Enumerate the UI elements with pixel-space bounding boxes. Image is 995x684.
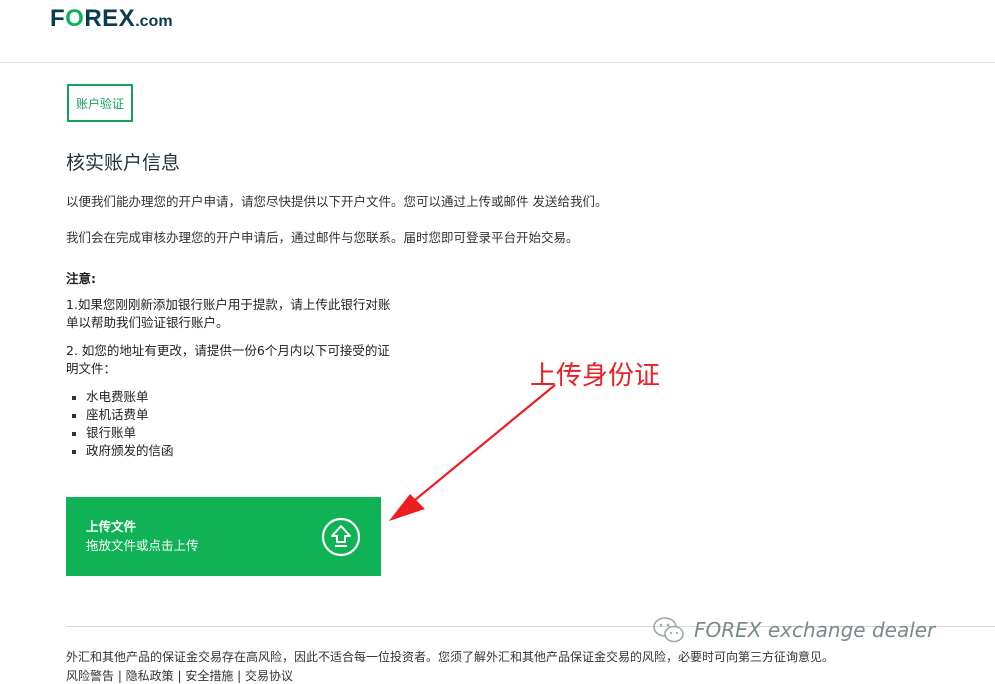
logo-text-f: F — [50, 5, 66, 32]
accepted-documents-list: 水电费账单 座机话费单 银行账单 政府颁发的信函 — [66, 388, 174, 460]
wechat-icon — [653, 617, 684, 643]
footer-links[interactable]: 风险警告 | 隐私政策 | 安全措施 | 交易协议 — [66, 667, 293, 684]
logo-text-com: .com — [135, 13, 173, 30]
followup-paragraph: 我们会在完成审核办理您的开户申请后，通过邮件与您联系。届时您即可登录平台开始交易… — [66, 230, 579, 245]
note-address-change: 2. 如您的地址有更改，请提供一份6个月内以下可接受的证明文件： — [66, 343, 390, 376]
note-label: 注意: — [66, 271, 96, 286]
upload-dropzone[interactable]: 上传文件 拖放文件或点击上传 — [66, 497, 381, 576]
annotation-upload-id: 上传身份证 — [530, 361, 661, 391]
watermark-text: FOREX exchange dealer — [694, 618, 936, 642]
intro-paragraph: 以便我们能办理您的开户申请，请您尽快提供以下开户文件。您可以通过上传或邮件 发送… — [66, 194, 608, 209]
watermark: FOREX exchange dealer — [652, 615, 935, 645]
risk-disclaimer: 外汇和其他产品的保证金交易存在高风险，因此不适合每一位投资者。您须了解外汇和其他… — [66, 650, 835, 664]
tab-account-verification[interactable]: 账户验证 — [67, 84, 133, 122]
note-bank-statement: 1.如果您刚刚新添加银行账户用于提款，请上传此银行对账单以帮助我们验证银行账户。 — [66, 297, 391, 330]
upload-subtitle: 拖放文件或点击上传 — [86, 538, 199, 553]
logo-text-o: O — [65, 5, 85, 32]
tab-label: 账户验证 — [75, 96, 124, 111]
list-item: 座机话费单 — [66, 406, 174, 424]
list-item: 政府颁发的信函 — [66, 442, 174, 460]
upload-title: 上传文件 — [86, 519, 137, 534]
upload-arrow-icon[interactable] — [321, 517, 361, 557]
forex-logo[interactable]: FOREX.com — [50, 4, 173, 37]
list-item: 银行账单 — [66, 424, 174, 442]
logo-text-rex: REX — [84, 5, 136, 32]
list-item: 水电费账单 — [66, 388, 174, 406]
top-bar: FOREX.com — [0, 0, 995, 63]
page-title: 核实账户信息 — [66, 152, 181, 174]
